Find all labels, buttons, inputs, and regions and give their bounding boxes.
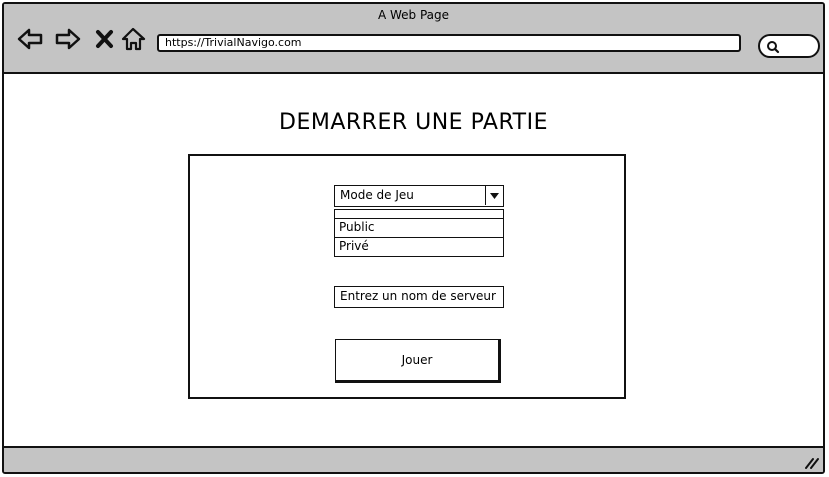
browser-statusbar bbox=[4, 446, 823, 472]
game-mode-select[interactable]: Mode de Jeu bbox=[334, 185, 504, 207]
close-icon[interactable] bbox=[92, 26, 120, 52]
start-game-panel: Mode de Jeu Public Privé Entrez un nom d… bbox=[188, 154, 626, 399]
browser-titlebar: A Web Page https://TrivialNavigo.com bbox=[4, 4, 823, 74]
page-title: DEMARRER UNE PARTIE bbox=[279, 110, 548, 135]
game-mode-selected-value: Mode de Jeu bbox=[340, 188, 414, 202]
server-name-input[interactable]: Entrez un nom de serveur bbox=[334, 286, 504, 308]
search-box[interactable] bbox=[758, 34, 820, 58]
back-arrow-icon[interactable] bbox=[16, 26, 44, 52]
option-prive[interactable]: Privé bbox=[335, 237, 503, 255]
url-bar[interactable]: https://TrivialNavigo.com bbox=[157, 34, 741, 52]
forward-arrow-icon[interactable] bbox=[54, 26, 82, 52]
option-public[interactable]: Public bbox=[335, 218, 503, 236]
browser-window: A Web Page https://TrivialNavigo.com DEM… bbox=[2, 2, 825, 474]
search-icon bbox=[767, 41, 780, 54]
game-mode-options: Public Privé bbox=[334, 209, 504, 257]
window-title: A Web Page bbox=[377, 8, 450, 22]
chevron-down-icon bbox=[490, 193, 499, 199]
dropdown-toggle[interactable] bbox=[485, 186, 503, 205]
resize-grip-icon[interactable] bbox=[803, 454, 819, 470]
home-icon[interactable] bbox=[120, 26, 148, 52]
play-button[interactable]: Jouer bbox=[335, 339, 501, 383]
